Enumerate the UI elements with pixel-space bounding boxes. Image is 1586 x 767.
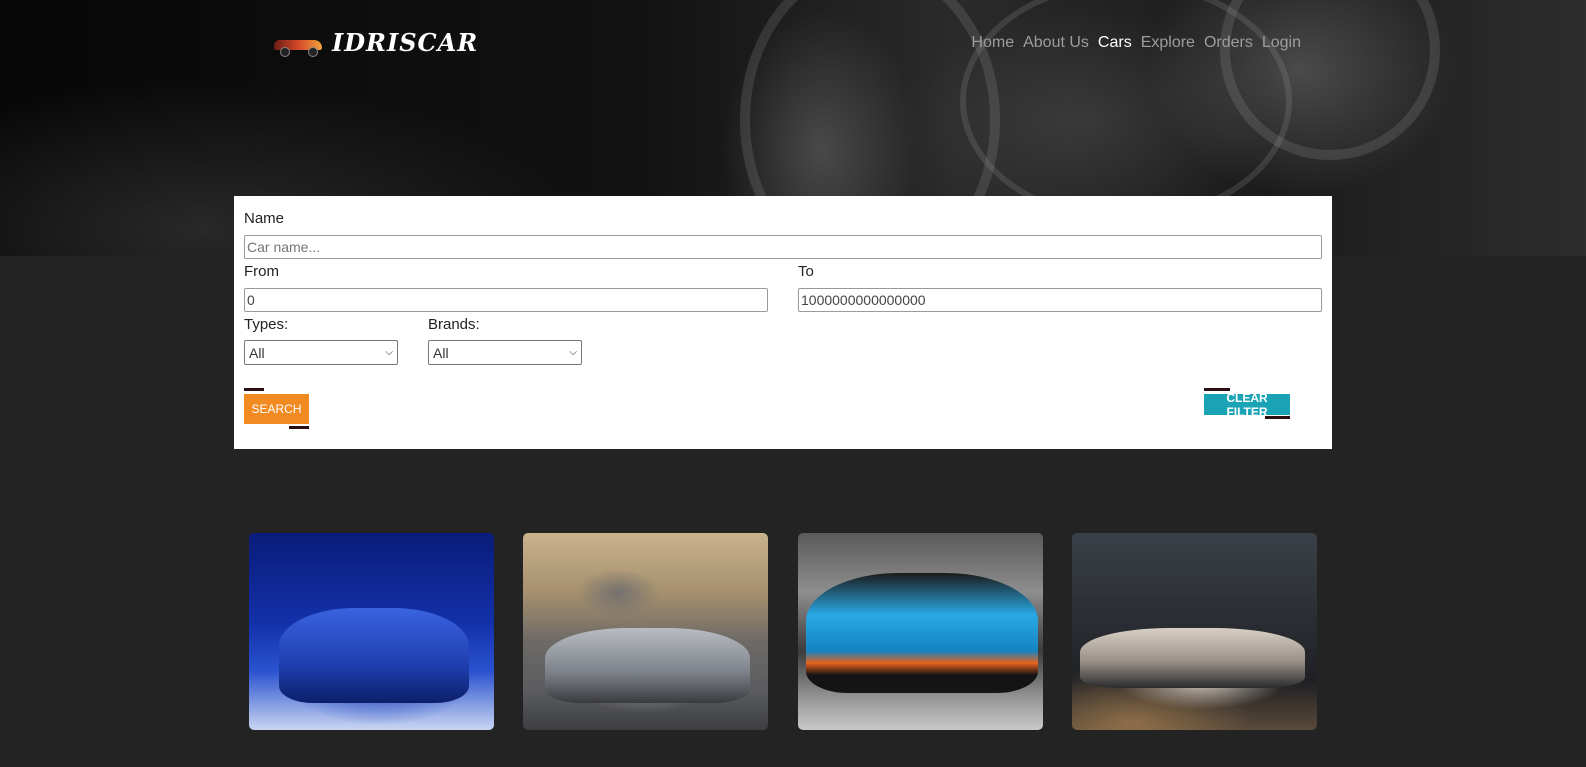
nav-home[interactable]: Home — [971, 34, 1014, 52]
button-accent — [244, 388, 264, 391]
filter-panel: Name From To Types: All ⌵ Brands: All ⌵ … — [234, 196, 1332, 449]
brands-label: Brands: — [428, 316, 480, 333]
brand-name: IDRISCAR — [332, 28, 479, 57]
price-to-input[interactable] — [798, 288, 1322, 312]
types-select[interactable]: All ⌵ — [244, 340, 398, 365]
car-image — [1080, 628, 1305, 688]
car-logo-icon — [272, 32, 324, 57]
name-label: Name — [244, 210, 285, 227]
nav-explore[interactable]: Explore — [1141, 34, 1195, 52]
main-nav: Home About Us Cars Explore Orders Login — [971, 34, 1301, 52]
brands-selected-value: All — [433, 344, 449, 361]
nav-login[interactable]: Login — [1262, 34, 1301, 52]
brands-select[interactable]: All ⌵ — [428, 340, 582, 365]
chevron-down-icon: ⌵ — [569, 347, 577, 358]
car-image — [806, 573, 1038, 693]
types-selected-value: All — [249, 344, 265, 361]
car-card-lamborghini-huracan[interactable] — [798, 533, 1043, 730]
search-button[interactable]: SEARCH — [244, 394, 309, 424]
types-label: Types: — [244, 316, 289, 333]
from-label: From — [244, 263, 279, 280]
nav-orders[interactable]: Orders — [1204, 34, 1253, 52]
brand-logo[interactable]: IDRISCAR — [272, 28, 478, 57]
to-label: To — [798, 263, 814, 280]
car-image — [545, 628, 750, 703]
clear-filter-button[interactable]: CLEAR FILTER — [1204, 391, 1290, 419]
nav-cars[interactable]: Cars — [1098, 34, 1132, 52]
button-accent — [1265, 416, 1290, 419]
car-image — [279, 608, 469, 703]
nav-about-us[interactable]: About Us — [1023, 34, 1089, 52]
button-accent — [289, 426, 309, 429]
price-from-input[interactable] — [244, 288, 768, 312]
car-card-bmw-i8[interactable] — [523, 533, 768, 730]
car-name-input[interactable] — [244, 235, 1322, 259]
car-card-lamborghini-speedster[interactable] — [1072, 533, 1317, 730]
car-card-bmw-sedan[interactable] — [249, 533, 494, 730]
chevron-down-icon: ⌵ — [385, 347, 393, 358]
